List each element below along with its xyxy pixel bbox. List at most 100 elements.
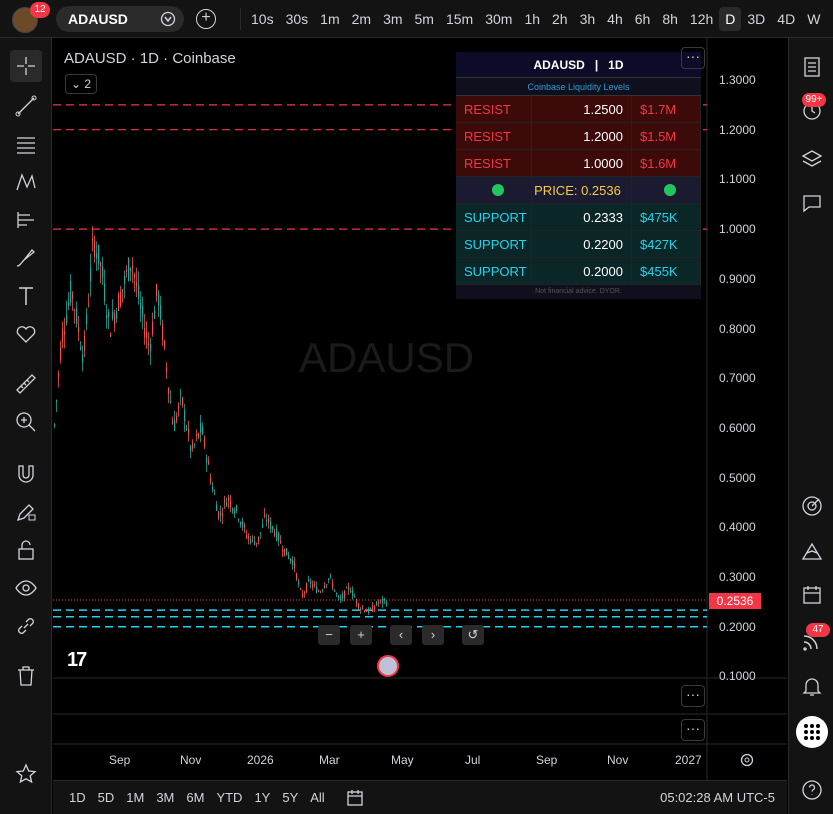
symbol-search-button[interactable]: ADAUSD bbox=[56, 6, 184, 32]
range-1M[interactable]: 1M bbox=[120, 790, 150, 805]
candle-body bbox=[272, 526, 274, 530]
interval-6h[interactable]: 6h bbox=[629, 7, 657, 31]
candle-body bbox=[328, 578, 330, 581]
hide-drawings-tool[interactable] bbox=[10, 572, 42, 604]
interval-1h[interactable]: 1h bbox=[518, 7, 546, 31]
candle-body bbox=[384, 598, 386, 601]
chart-pane[interactable]: ADAUSD · 1D · Coinbase ⌄ 2 ADAUSD ADAUSD… bbox=[53, 38, 787, 780]
zoom-in-button[interactable]: + bbox=[350, 625, 372, 645]
interval-D[interactable]: D bbox=[719, 7, 742, 31]
pane-more-button[interactable]: ··· bbox=[681, 685, 705, 707]
forecast-tool[interactable] bbox=[10, 204, 42, 236]
interval-2h[interactable]: 2h bbox=[546, 7, 574, 31]
interval-12h[interactable]: 12h bbox=[684, 7, 719, 31]
range-5D[interactable]: 5D bbox=[92, 790, 121, 805]
link-tool[interactable] bbox=[10, 610, 42, 642]
candle-body bbox=[320, 591, 322, 593]
range-5Y[interactable]: 5Y bbox=[276, 790, 304, 805]
interval-M[interactable]: M bbox=[826, 7, 833, 31]
candle-body bbox=[184, 410, 186, 422]
chat-button[interactable] bbox=[797, 188, 827, 218]
range-6M[interactable]: 6M bbox=[180, 790, 210, 805]
date-range-icon[interactable] bbox=[345, 788, 367, 808]
zoom-out-button[interactable]: − bbox=[318, 625, 340, 645]
price-axis-label: 0.9000 bbox=[719, 271, 756, 286]
support-size: $475K bbox=[632, 204, 701, 230]
interval-30m[interactable]: 30m bbox=[479, 7, 518, 31]
price-dot-right bbox=[632, 177, 701, 203]
layers-button[interactable] bbox=[797, 144, 827, 174]
fib-tool[interactable] bbox=[10, 128, 42, 160]
text-tool[interactable] bbox=[10, 280, 42, 312]
scroll-left-button[interactable]: ‹ bbox=[390, 625, 412, 645]
stream-badge: 47 bbox=[806, 623, 830, 637]
interval-4h[interactable]: 4h bbox=[601, 7, 629, 31]
symbol-label: ADAUSD bbox=[68, 11, 128, 27]
mountain-icon bbox=[801, 542, 823, 560]
price-axis-label: 0.8000 bbox=[719, 321, 756, 336]
table-more-button[interactable]: ··· bbox=[681, 47, 705, 69]
favorites-tool[interactable] bbox=[10, 758, 42, 790]
candle-body bbox=[220, 512, 222, 516]
candle-body bbox=[224, 500, 226, 502]
candle-body bbox=[322, 590, 324, 592]
calendar-button[interactable] bbox=[797, 580, 827, 610]
remove-drawings-tool[interactable] bbox=[10, 660, 42, 692]
magnet-tool[interactable] bbox=[10, 458, 42, 490]
lock-drawings-tool[interactable] bbox=[10, 534, 42, 566]
range-1Y[interactable]: 1Y bbox=[248, 790, 276, 805]
candle-body bbox=[100, 262, 102, 267]
support-size: $455K bbox=[632, 258, 701, 284]
indicator-collapse-button[interactable]: ⌄ 2 bbox=[65, 74, 97, 94]
candle-body bbox=[368, 608, 370, 614]
pane-more-button-2[interactable]: ··· bbox=[681, 719, 705, 741]
apps-button[interactable] bbox=[796, 716, 828, 748]
crosshair-tool[interactable] bbox=[10, 50, 42, 82]
status-dot-icon bbox=[491, 184, 504, 196]
range-All[interactable]: All bbox=[304, 790, 330, 805]
icon-tool[interactable] bbox=[10, 318, 42, 350]
watchlist-button[interactable] bbox=[797, 52, 827, 82]
interval-3m[interactable]: 3m bbox=[377, 7, 408, 31]
ideas-button[interactable] bbox=[797, 491, 827, 521]
interval-15m[interactable]: 15m bbox=[440, 7, 479, 31]
candle-body bbox=[114, 313, 116, 325]
range-YTD[interactable]: YTD bbox=[210, 790, 248, 805]
measure-tool[interactable] bbox=[10, 368, 42, 400]
trend-line-tool[interactable] bbox=[10, 90, 42, 122]
scroll-right-button[interactable]: › bbox=[422, 625, 444, 645]
target-icon bbox=[802, 496, 822, 516]
pattern-tool[interactable] bbox=[10, 166, 42, 198]
support-price: 0.2333 bbox=[532, 204, 632, 230]
us-flag-icon[interactable] bbox=[377, 655, 399, 677]
candle-body bbox=[118, 294, 120, 311]
interval-4D[interactable]: 4D bbox=[771, 7, 801, 31]
clock[interactable]: 05:02:28 AM UTC-5 bbox=[660, 790, 775, 805]
compare-symbol-button[interactable]: + bbox=[196, 9, 216, 29]
range-3M[interactable]: 3M bbox=[150, 790, 180, 805]
stay-drawing-tool[interactable] bbox=[10, 496, 42, 528]
help-button[interactable] bbox=[797, 775, 827, 805]
notifications-button[interactable] bbox=[797, 671, 827, 701]
interval-W[interactable]: W bbox=[801, 7, 826, 31]
interval-3h[interactable]: 3h bbox=[574, 7, 602, 31]
range-1D[interactable]: 1D bbox=[63, 790, 92, 805]
interval-30s[interactable]: 30s bbox=[280, 7, 315, 31]
interval-10s[interactable]: 10s bbox=[245, 7, 280, 31]
candle-body bbox=[302, 593, 304, 597]
brush-tool[interactable] bbox=[10, 242, 42, 274]
candle-body bbox=[204, 437, 206, 447]
candle-body bbox=[298, 581, 300, 584]
candle-body bbox=[370, 608, 372, 610]
streams-button[interactable] bbox=[797, 536, 827, 566]
zoom-tool[interactable] bbox=[10, 406, 42, 438]
interval-3D[interactable]: 3D bbox=[741, 7, 771, 31]
interval-2m[interactable]: 2m bbox=[346, 7, 377, 31]
symbol-search-icon bbox=[160, 11, 176, 27]
gear-icon[interactable] bbox=[739, 752, 755, 768]
candle-body bbox=[230, 500, 232, 507]
interval-5m[interactable]: 5m bbox=[409, 7, 440, 31]
reset-chart-button[interactable]: ↺ bbox=[462, 625, 484, 645]
interval-8h[interactable]: 8h bbox=[656, 7, 684, 31]
interval-1m[interactable]: 1m bbox=[314, 7, 345, 31]
